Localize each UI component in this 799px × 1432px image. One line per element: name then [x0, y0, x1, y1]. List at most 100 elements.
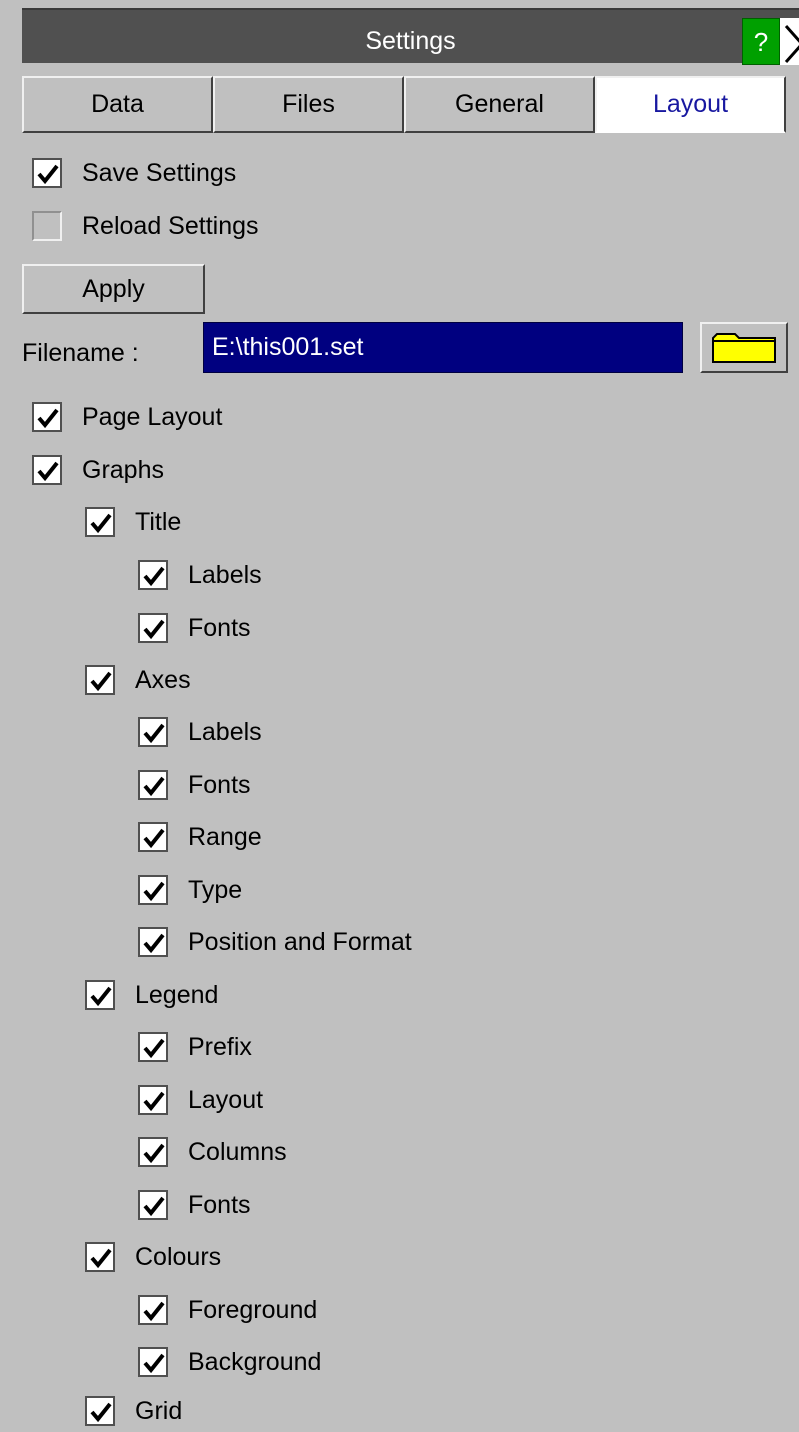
apply-button[interactable]: Apply — [22, 264, 205, 314]
colours-foreground-checkbox[interactable] — [138, 1295, 168, 1325]
tree-title[interactable]: Title — [85, 502, 181, 542]
checkmark-icon — [143, 566, 165, 587]
checkmark-icon — [143, 1353, 165, 1374]
tab-layout[interactable]: Layout — [595, 76, 786, 133]
graphs-checkbox[interactable] — [32, 455, 62, 485]
checkmark-icon — [143, 933, 165, 954]
checkmark-icon — [37, 408, 59, 429]
tree-axes-type[interactable]: Type — [138, 870, 242, 910]
checkmark-icon — [37, 164, 59, 185]
legend-checkbox[interactable] — [85, 980, 115, 1010]
tree-grid[interactable]: Grid — [85, 1391, 182, 1431]
checkmark-icon — [37, 461, 59, 482]
tree-colours-background[interactable]: Background — [138, 1342, 321, 1382]
close-button[interactable] — [780, 18, 799, 65]
page-layout-checkbox[interactable] — [32, 402, 62, 432]
checkmark-icon — [90, 513, 112, 534]
legend-fonts-label: Fonts — [188, 1190, 251, 1219]
axes-range-checkbox[interactable] — [138, 822, 168, 852]
axes-position-label: Position and Format — [188, 927, 412, 956]
colours-label: Colours — [135, 1242, 222, 1271]
save-settings-row[interactable]: Save Settings — [32, 153, 236, 193]
title-label: Title — [135, 507, 182, 536]
checkmark-icon — [143, 723, 165, 744]
checkmark-icon — [90, 1402, 112, 1423]
colours-background-checkbox[interactable] — [138, 1347, 168, 1377]
tree-axes[interactable]: Axes — [85, 660, 191, 700]
tree-legend-fonts[interactable]: Fonts — [138, 1185, 251, 1225]
legend-prefix-label: Prefix — [188, 1032, 252, 1061]
reload-settings-label: Reload Settings — [82, 211, 259, 240]
legend-layout-checkbox[interactable] — [138, 1085, 168, 1115]
axes-checkbox[interactable] — [85, 665, 115, 695]
axes-position-checkbox[interactable] — [138, 927, 168, 957]
tree-legend-prefix[interactable]: Prefix — [138, 1027, 252, 1067]
checkmark-icon — [143, 1143, 165, 1164]
checkmark-icon — [143, 828, 165, 849]
tree-page-layout[interactable]: Page Layout — [32, 397, 222, 437]
legend-layout-label: Layout — [188, 1085, 264, 1114]
tree-legend[interactable]: Legend — [85, 975, 218, 1015]
save-settings-label: Save Settings — [82, 158, 237, 187]
title-checkbox[interactable] — [85, 507, 115, 537]
tree-axes-position[interactable]: Position and Format — [138, 922, 412, 962]
reload-settings-checkbox[interactable] — [32, 211, 62, 241]
window-title: Settings — [365, 27, 456, 55]
axes-labels-checkbox[interactable] — [138, 717, 168, 747]
page-layout-label: Page Layout — [82, 402, 223, 431]
folder-icon — [712, 333, 776, 363]
axes-label: Axes — [135, 665, 191, 694]
tree-legend-layout[interactable]: Layout — [138, 1080, 263, 1120]
reload-settings-row[interactable]: Reload Settings — [32, 206, 259, 246]
checkmark-icon — [143, 1196, 165, 1217]
legend-fonts-checkbox[interactable] — [138, 1190, 168, 1220]
checkmark-icon — [90, 1248, 112, 1269]
colours-foreground-label: Foreground — [188, 1295, 318, 1324]
save-settings-checkbox[interactable] — [32, 158, 62, 188]
title-fonts-checkbox[interactable] — [138, 613, 168, 643]
help-button[interactable]: ? — [742, 18, 780, 65]
tree-axes-range[interactable]: Range — [138, 817, 262, 857]
colours-checkbox[interactable] — [85, 1242, 115, 1272]
checkmark-icon — [90, 671, 112, 692]
tree-title-fonts[interactable]: Fonts — [138, 608, 251, 648]
top-strip — [0, 0, 799, 8]
grid-checkbox[interactable] — [85, 1396, 115, 1426]
title-labels-checkbox[interactable] — [138, 560, 168, 590]
filename-field[interactable]: E:\this001.set — [203, 322, 683, 373]
tree-legend-columns[interactable]: Columns — [138, 1132, 287, 1172]
colours-background-label: Background — [188, 1347, 322, 1376]
checkmark-icon — [143, 1038, 165, 1059]
legend-columns-checkbox[interactable] — [138, 1137, 168, 1167]
legend-prefix-checkbox[interactable] — [138, 1032, 168, 1062]
title-bar: Settings ? — [22, 8, 799, 65]
checkmark-icon — [143, 1301, 165, 1322]
axes-labels-label: Labels — [188, 717, 262, 746]
tab-files[interactable]: Files — [213, 76, 404, 133]
tree-graphs[interactable]: Graphs — [32, 450, 164, 490]
title-labels-label: Labels — [188, 560, 262, 589]
filename-label: Filename : — [22, 339, 139, 367]
axes-fonts-checkbox[interactable] — [138, 770, 168, 800]
legend-columns-label: Columns — [188, 1137, 287, 1166]
tab-data[interactable]: Data — [22, 76, 213, 133]
axes-range-label: Range — [188, 822, 262, 851]
tree-colours[interactable]: Colours — [85, 1237, 221, 1277]
tree-axes-labels[interactable]: Labels — [138, 712, 262, 752]
checkmark-icon — [143, 776, 165, 797]
checkmark-icon — [143, 619, 165, 640]
title-fonts-label: Fonts — [188, 613, 251, 642]
tree-axes-fonts[interactable]: Fonts — [138, 765, 251, 805]
settings-panel: Settings ? Data Files General Layout Sav… — [0, 0, 799, 1432]
tab-general[interactable]: General — [404, 76, 595, 133]
axes-type-label: Type — [188, 875, 243, 904]
axes-type-checkbox[interactable] — [138, 875, 168, 905]
checkmark-icon — [143, 881, 165, 902]
tree-colours-foreground[interactable]: Foreground — [138, 1290, 317, 1330]
checkmark-icon — [90, 986, 112, 1007]
browse-folder-button[interactable] — [700, 322, 788, 373]
grid-label: Grid — [135, 1396, 183, 1425]
graphs-label: Graphs — [82, 455, 164, 484]
checkmark-icon — [143, 1091, 165, 1112]
tree-title-labels[interactable]: Labels — [138, 555, 262, 595]
